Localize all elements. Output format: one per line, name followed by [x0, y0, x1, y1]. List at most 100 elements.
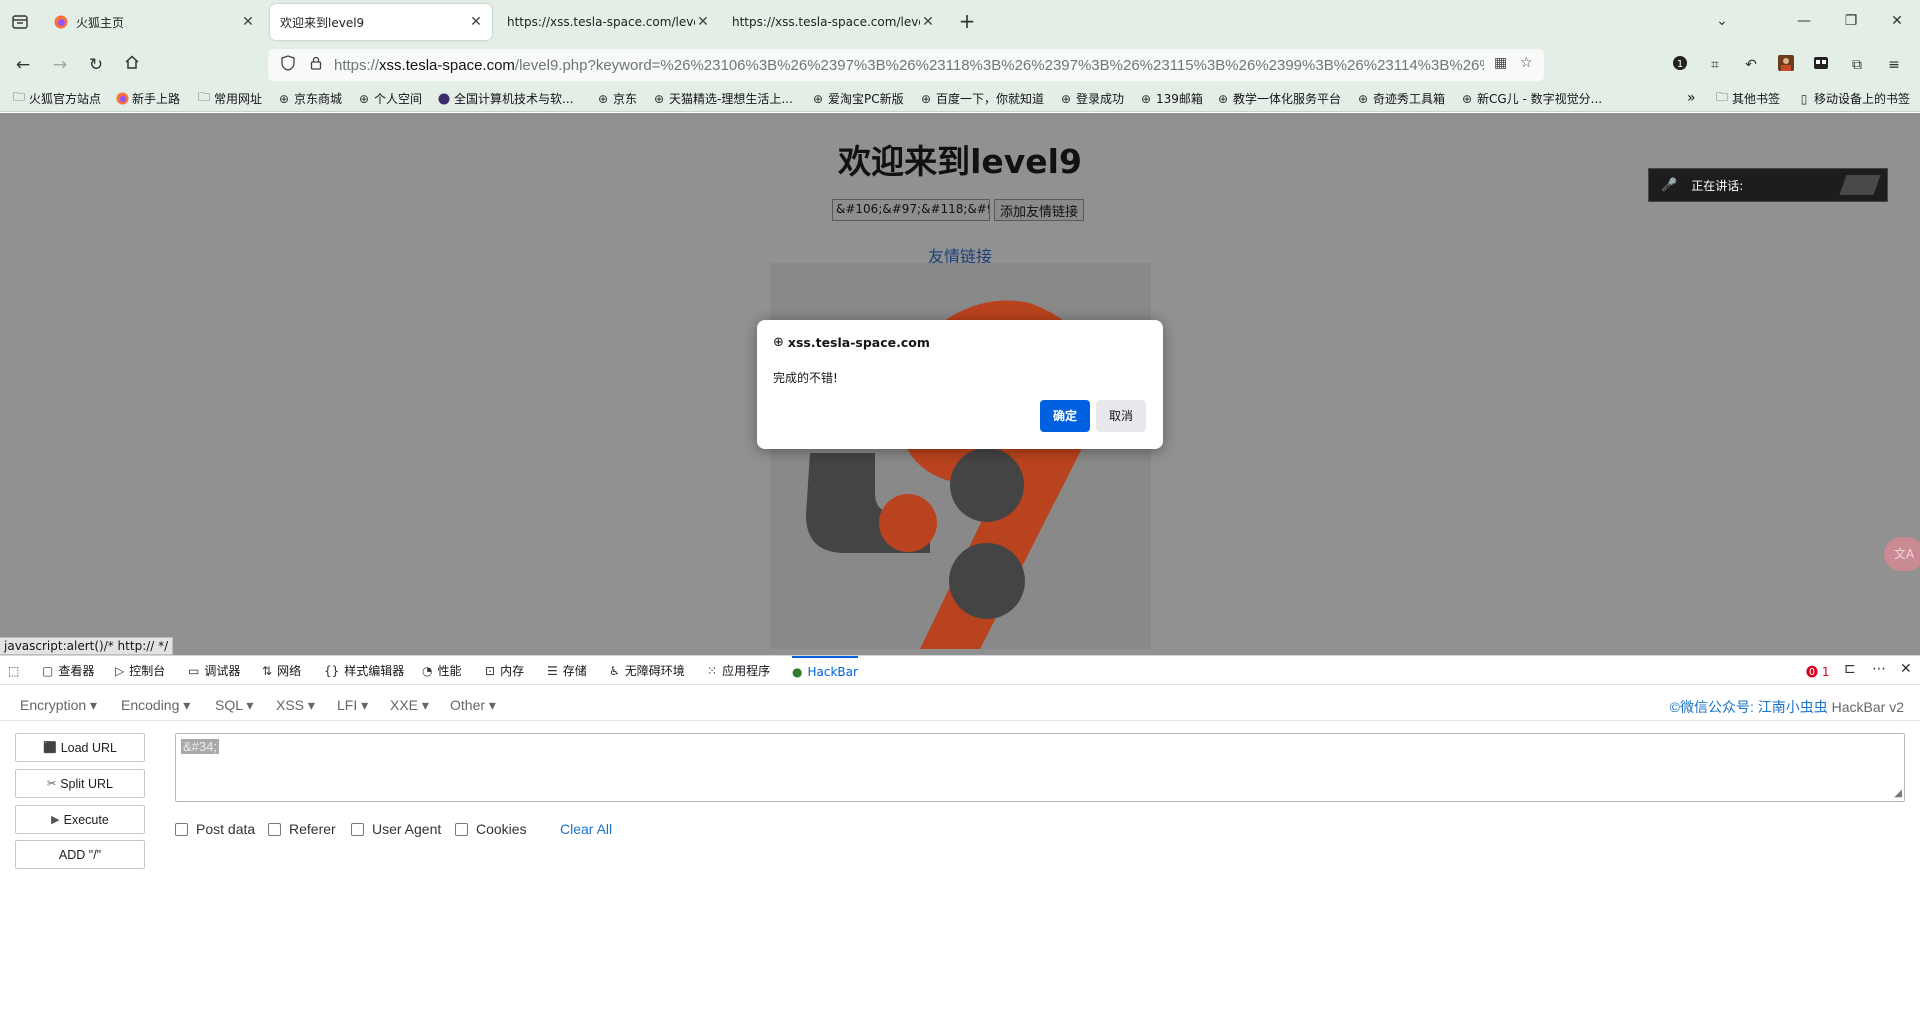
ok-button[interactable]: 确定 — [1040, 400, 1090, 432]
forward-button[interactable]: → — [47, 52, 73, 78]
cancel-button[interactable]: 取消 — [1096, 400, 1146, 432]
hackbar-url-textarea[interactable]: &#34; ◢ — [175, 733, 1905, 802]
bookmark-item[interactable]: ⊕ 京东 — [596, 90, 637, 107]
floating-translate-icon[interactable]: 文A — [1884, 537, 1920, 571]
cookies-checkbox[interactable]: Cookies — [455, 821, 527, 837]
bookmark-item[interactable]: 🗀 火狐官方站点 — [12, 90, 101, 107]
reload-button[interactable]: ↻ — [83, 52, 109, 78]
devtools-toolbar: ⬚ ▢ 查看器 ▷ 控制台 ▭ 调试器 ⇅ 网络 {} 样式编辑器 ◔ 性能 ⊡ 内存 ☰ 存储… — [0, 655, 1920, 685]
checkbox-box[interactable] — [268, 822, 281, 836]
menu-sql[interactable]: SQL ▾ — [215, 697, 253, 714]
tab-style-editor[interactable]: {} 样式编辑器 — [324, 656, 404, 685]
minimize-button[interactable]: — — [1789, 8, 1819, 34]
menu-lfi[interactable]: LFI ▾ — [337, 697, 368, 714]
tab-storage[interactable]: ☰ 存储 — [547, 656, 587, 685]
checkbox-box[interactable] — [351, 822, 364, 836]
bookmark-item[interactable]: 全国计算机技术与软... — [437, 90, 573, 107]
tab-application[interactable]: ⁙ 应用程序 — [707, 656, 770, 685]
url-bar[interactable]: https://xss.tesla-space.com/level9.php?k… — [268, 49, 1544, 81]
devtools-tab-label: 控制台 — [129, 664, 166, 678]
bookmark-item[interactable]: 🗀 常用网址 — [197, 90, 262, 107]
restore-button[interactable]: ❐ — [1836, 8, 1866, 34]
extensions-puzzle-icon[interactable]: ⧉ — [1847, 55, 1867, 75]
checkbox-box[interactable] — [455, 822, 468, 836]
post-data-checkbox[interactable]: Post data — [175, 821, 255, 837]
close-tab-icon[interactable]: ✕ — [468, 14, 484, 30]
tab-network[interactable]: ⇅ 网络 — [262, 656, 301, 685]
add-friend-link-button[interactable]: 添加友情链接 — [994, 199, 1085, 221]
tab-inspector[interactable]: ▢ 查看器 — [42, 656, 94, 685]
tab-xss-level-a[interactable]: https://xss.tesla-space.com/level ✕ — [497, 4, 719, 40]
bookmark-item[interactable]: ⊕ 新CG儿 - 数字视觉分... — [1460, 90, 1602, 107]
execute-button[interactable]: ▶ Execute — [15, 805, 145, 834]
menu-other[interactable]: Other ▾ — [450, 697, 496, 714]
bookmark-item[interactable]: ⊕ 京东商城 — [277, 90, 342, 107]
bookmark-label: 天猫精选-理想生活上... — [669, 92, 793, 106]
close-tab-icon[interactable]: ✕ — [920, 14, 936, 30]
tab-memory[interactable]: ⊡ 内存 — [485, 656, 524, 685]
menu-encoding[interactable]: Encoding ▾ — [121, 697, 190, 714]
speaking-panel: 🎤 正在讲话: — [1648, 168, 1888, 202]
load-url-button[interactable]: ⬛ Load URL — [15, 733, 145, 762]
close-window-button[interactable]: ✕ — [1882, 8, 1912, 34]
tab-console[interactable]: ▷ 控制台 — [115, 656, 165, 685]
close-devtools-icon[interactable]: ✕ — [1900, 661, 1912, 677]
bookmark-star-icon[interactable]: ☆ — [1520, 55, 1533, 71]
bookmark-item[interactable]: 新手上路 — [115, 90, 180, 107]
reader-extension-icon[interactable] — [1811, 55, 1831, 75]
debugger-icon: ▭ — [188, 663, 200, 678]
tracking-protection-shield-icon[interactable] — [278, 55, 298, 75]
back-button[interactable]: ← — [10, 52, 36, 78]
clear-all-link[interactable]: Clear All — [560, 821, 612, 837]
more-bookmarks-chevron-icon[interactable]: » — [1687, 90, 1696, 106]
mobile-bookmarks-folder[interactable]: ▯ 移动设备上的书签 — [1797, 90, 1910, 107]
brand-name[interactable]: 江南小虫虫 — [1758, 699, 1828, 715]
bookmark-item[interactable]: ⊕ 登录成功 — [1059, 90, 1124, 107]
bookmark-item[interactable]: ⊕ 奇迹秀工具箱 — [1356, 90, 1445, 107]
bookmark-item[interactable]: ⊕ 天猫精选-理想生活上... — [652, 90, 793, 107]
resize-handle-icon[interactable]: ◢ — [1894, 788, 1902, 799]
undo-arrow-icon[interactable]: ↶ — [1741, 55, 1761, 75]
bookmark-item[interactable]: ⊕ 个人空间 — [357, 90, 422, 107]
tab-list-icon[interactable] — [8, 10, 32, 34]
bookmark-item[interactable]: ⊕ 139邮箱 — [1139, 90, 1203, 107]
tab-performance[interactable]: ◔ 性能 — [422, 656, 462, 685]
menu-xss[interactable]: XSS ▾ — [276, 697, 315, 714]
qr-code-icon[interactable]: ▦ — [1494, 55, 1507, 71]
bookmark-item[interactable]: ⊕ 教学一体化服务平台 — [1216, 90, 1341, 107]
url-text[interactable]: https://xss.tesla-space.com/level9.php?k… — [334, 57, 1484, 74]
lock-icon[interactable] — [306, 56, 326, 74]
bookmark-item[interactable]: ⊕ 爱淘宝PC新版 — [811, 90, 904, 107]
tab-debugger[interactable]: ▭ 调试器 — [188, 656, 240, 685]
crop-screenshot-icon[interactable]: ⌗ — [1705, 55, 1725, 75]
close-tab-icon[interactable]: ✕ — [695, 14, 711, 30]
devtools-tab-label: 网络 — [277, 664, 302, 678]
tab-xss-level-b[interactable]: https://xss.tesla-space.com/level ✕ — [722, 4, 944, 40]
split-url-button[interactable]: ✂ Split URL — [15, 769, 145, 798]
extension-one-icon[interactable]: 1 — [1670, 55, 1690, 75]
globe-icon: ⊕ — [1140, 91, 1152, 106]
tab-accessibility[interactable]: ♿ 无障碍环境 — [609, 656, 685, 685]
dock-side-icon[interactable]: ⊏ — [1844, 661, 1856, 677]
checkbox-box[interactable] — [175, 822, 188, 836]
other-bookmarks-folder[interactable]: 🗀 其他书签 — [1715, 90, 1780, 107]
more-options-icon[interactable]: ⋯ — [1872, 661, 1886, 677]
menu-xxe[interactable]: XXE ▾ — [390, 697, 429, 714]
tab-firefox-home[interactable]: 火狐主页 ✕ — [44, 4, 264, 40]
add-slash-button[interactable]: ADD "/" — [15, 840, 145, 869]
error-count-badge[interactable]: ⓿ 1 — [1806, 663, 1829, 680]
menu-encryption[interactable]: Encryption ▾ — [20, 697, 97, 714]
avatar-extension-icon[interactable] — [1776, 55, 1796, 75]
menu-hamburger-icon[interactable]: ≡ — [1884, 55, 1904, 75]
referer-checkbox[interactable]: Referer — [268, 821, 336, 837]
bookmark-item[interactable]: ⊕ 百度一下，你就知道 — [919, 90, 1044, 107]
new-tab-button[interactable]: + — [955, 10, 979, 34]
user-agent-checkbox[interactable]: User Agent — [351, 821, 441, 837]
home-button[interactable] — [119, 52, 145, 78]
keyword-input[interactable]: &#106;&#97;&#118;&#9 — [832, 199, 990, 221]
tab-hackbar[interactable]: ● HackBar — [792, 656, 858, 685]
close-tab-icon[interactable]: ✕ — [240, 14, 256, 30]
element-picker-icon[interactable]: ⬚ — [8, 656, 24, 685]
tab-level9[interactable]: 欢迎来到level9 ✕ — [270, 4, 492, 40]
list-all-tabs-chevron-icon[interactable]: ⌄ — [1707, 8, 1737, 34]
